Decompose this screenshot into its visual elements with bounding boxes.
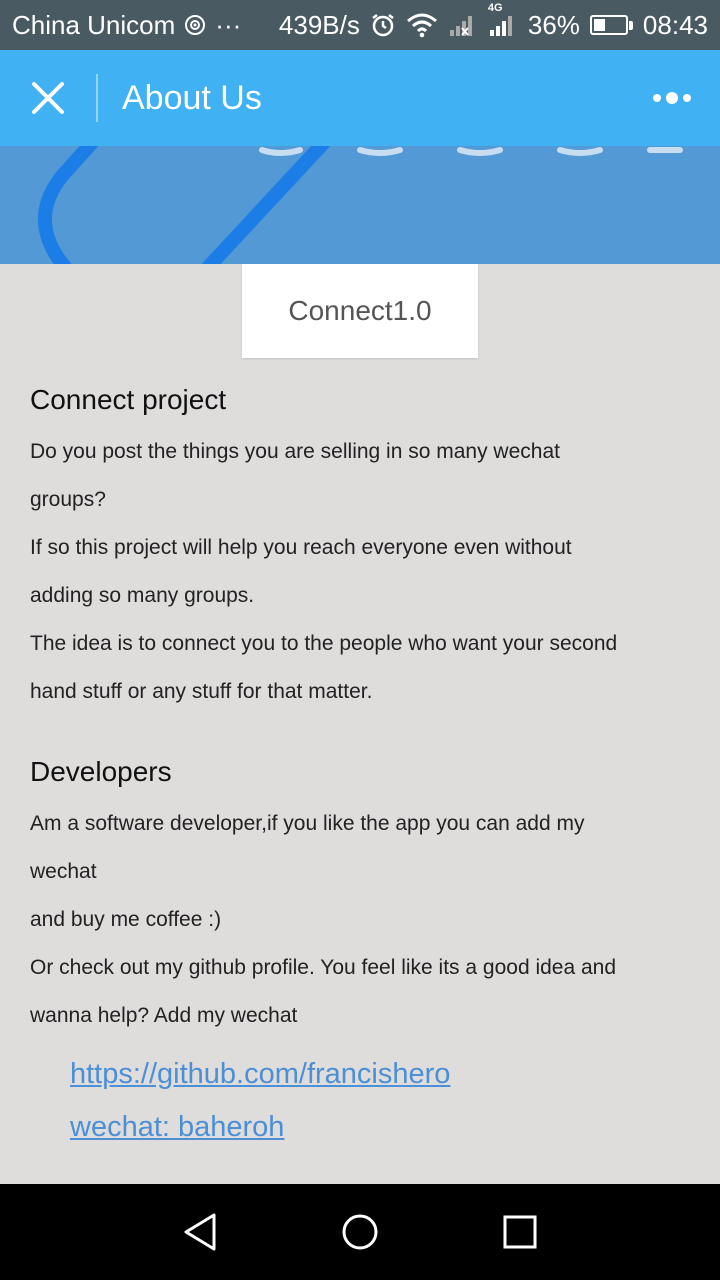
clock: 08:43 bbox=[642, 9, 708, 40]
back-icon bbox=[184, 1213, 216, 1251]
section-title-project: Connect project bbox=[30, 384, 227, 415]
carrier-name: China Unicom bbox=[12, 9, 176, 40]
paragraph-line: groups? bbox=[30, 488, 106, 511]
page-title: About Us bbox=[122, 78, 262, 117]
target-icon bbox=[183, 13, 207, 37]
paragraph-line: Or check out my github profile. You feel… bbox=[30, 956, 617, 979]
contact-links: https://github.com/francishero wechat: b… bbox=[70, 1048, 695, 1154]
more-notifications: ··· bbox=[215, 9, 242, 40]
version-card: Connect1.0 bbox=[242, 264, 478, 358]
signal-x-icon bbox=[448, 12, 478, 38]
wechat-link[interactable]: wechat: baheroh bbox=[70, 1101, 695, 1154]
recents-icon bbox=[503, 1215, 537, 1249]
github-link[interactable]: https://github.com/francishero bbox=[70, 1048, 695, 1101]
recents-button[interactable] bbox=[440, 1184, 600, 1280]
battery-icon bbox=[589, 15, 633, 35]
about-content: Connect project Do you post the things y… bbox=[30, 372, 695, 1154]
close-button[interactable] bbox=[0, 50, 96, 146]
title-bar: About Us bbox=[0, 50, 720, 146]
status-bar: China Unicom ··· 439B/s 4G 36% 08:43 bbox=[0, 0, 720, 50]
paragraph-line: The idea is to connect you to the people… bbox=[30, 632, 618, 655]
signal-icon: 4G bbox=[488, 2, 518, 38]
alarm-icon bbox=[370, 12, 396, 38]
more-button[interactable] bbox=[624, 50, 720, 146]
title-divider bbox=[96, 74, 98, 122]
more-icon bbox=[653, 92, 691, 104]
paragraph-line: wechat bbox=[30, 860, 97, 883]
header-banner bbox=[0, 146, 720, 264]
paragraph-line: If so this project will help you reach e… bbox=[30, 536, 572, 559]
paragraph-line: Am a software developer,if you like the … bbox=[30, 812, 585, 835]
close-icon bbox=[32, 82, 64, 114]
battery-percent: 36% bbox=[527, 9, 580, 40]
paragraph-line: and buy me coffee :) bbox=[30, 908, 222, 931]
paragraph-line: hand stuff or any stuff for that matter. bbox=[30, 680, 373, 703]
version-label: Connect1.0 bbox=[288, 295, 432, 326]
section-title-developers: Developers bbox=[30, 756, 172, 787]
home-button[interactable] bbox=[280, 1184, 440, 1280]
paragraph-line: Do you post the things you are selling i… bbox=[30, 440, 560, 463]
paragraph-line: adding so many groups. bbox=[30, 584, 255, 607]
banner-graphic bbox=[38, 146, 683, 264]
network-type-label: 4G bbox=[487, 2, 503, 14]
system-nav-bar bbox=[0, 1184, 720, 1280]
paragraph-line: wanna help? Add my wechat bbox=[30, 1004, 298, 1027]
network-speed: 439B/s bbox=[278, 9, 360, 40]
home-icon bbox=[342, 1214, 378, 1250]
wifi-icon bbox=[406, 12, 438, 38]
back-button[interactable] bbox=[120, 1184, 280, 1280]
